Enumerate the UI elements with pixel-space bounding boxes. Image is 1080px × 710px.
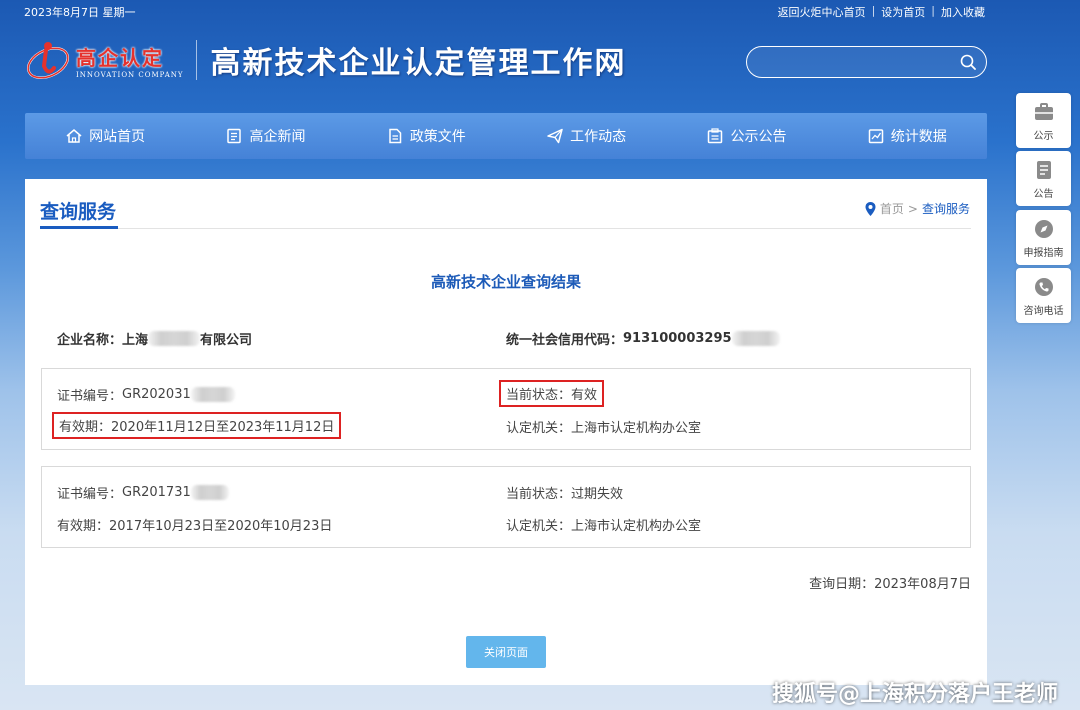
notice-icon bbox=[1036, 160, 1051, 179]
breadcrumb-current[interactable]: 查询服务 bbox=[922, 200, 970, 217]
title-divider bbox=[40, 228, 971, 229]
breadcrumb: 首页 > 查询服务 bbox=[865, 200, 970, 217]
logo-text: 高企认定 INNOVATION COMPANY bbox=[76, 42, 184, 79]
logo-chinese: 高企认定 bbox=[76, 45, 164, 70]
nav-label: 高企新闻 bbox=[249, 129, 306, 145]
cert-authority-label: 认定机关： bbox=[506, 421, 572, 436]
cert-status: 当前状态： 过期失效 bbox=[506, 483, 623, 502]
compass-icon bbox=[1034, 219, 1053, 238]
logo-divider bbox=[195, 40, 197, 80]
paper-plane-icon bbox=[547, 128, 563, 144]
nav-item-work-updates[interactable]: 工作动态 bbox=[506, 113, 666, 159]
logo-english: INNOVATION COMPANY bbox=[76, 70, 184, 79]
nav-item-news[interactable]: 高企新闻 bbox=[185, 113, 345, 159]
watermark: 搜狐号@上海积分落户王老师 bbox=[771, 682, 1058, 707]
sidebar-item-publicity[interactable]: 公示 bbox=[1016, 93, 1071, 148]
company-name-suffix: 有限公司 bbox=[200, 333, 253, 348]
company-name-prefix: 上海 bbox=[122, 333, 149, 348]
cert-status-label: 当前状态： bbox=[506, 388, 572, 403]
site-logo[interactable]: 高企认定 INNOVATION COMPANY 高新技术企业认定管理工作网 bbox=[24, 36, 627, 84]
company-name: 企业名称： 上海 有限公司 bbox=[57, 329, 252, 348]
cert-authority-value: 上海市认定机构办公室 bbox=[571, 519, 702, 534]
site-title: 高新技术企业认定管理工作网 bbox=[210, 46, 627, 81]
cert-status-value: 过期失效 bbox=[571, 487, 624, 502]
chart-icon bbox=[868, 129, 884, 144]
cert-number-label: 证书编号： bbox=[57, 487, 123, 502]
cert-number-label: 证书编号： bbox=[57, 389, 123, 404]
nav-label: 政策文件 bbox=[409, 129, 466, 145]
query-service-panel: 查询服务 首页 > 查询服务 高新技术企业查询结果 企业名称： 上海 有限公司 … bbox=[25, 179, 987, 685]
cert-validity-value: 2017年10月23日至2020年10月23日 bbox=[109, 519, 333, 534]
sidebar-item-hotline[interactable]: 咨询电话 bbox=[1016, 268, 1071, 323]
cert-validity-label: 有效期： bbox=[59, 420, 112, 435]
cert-number-value: GR202031 bbox=[122, 387, 191, 402]
cert-status-highlighted: 当前状态： 有效 bbox=[499, 380, 605, 407]
sidebar-item-label: 公示 bbox=[1033, 130, 1054, 142]
sidebar-item-label: 申报指南 bbox=[1023, 247, 1064, 259]
main-nav: 网站首页 高企新闻 政策文件 工作动态 公示公告 统计数据 bbox=[25, 113, 987, 159]
set-homepage-link[interactable]: 设为首页 bbox=[881, 4, 925, 20]
sidebar-item-label: 咨询电话 bbox=[1023, 305, 1064, 317]
nav-item-announcements[interactable]: 公示公告 bbox=[666, 113, 826, 159]
redacted-blur bbox=[190, 387, 235, 402]
breadcrumb-separator: > bbox=[907, 201, 918, 216]
cert-number: 证书编号： GR202031 bbox=[57, 385, 235, 404]
logo-emblem-icon bbox=[24, 36, 72, 84]
return-torch-center-link[interactable]: 返回火炬中心首页 bbox=[778, 4, 866, 20]
cert-number-value: GR201731 bbox=[122, 485, 191, 500]
cert-authority: 认定机关： 上海市认定机构办公室 bbox=[506, 515, 701, 534]
sidebar-item-guide[interactable]: 申报指南 bbox=[1016, 210, 1071, 265]
redacted-blur bbox=[190, 485, 229, 500]
cert-status-value: 有效 bbox=[571, 388, 598, 403]
close-page-button[interactable]: 关闭页面 bbox=[466, 636, 546, 668]
breadcrumb-home[interactable]: 首页 bbox=[880, 200, 904, 217]
top-bar: 2023年8月7日 星期一 返回火炬中心首页 | 设为首页 | 加入收藏 bbox=[0, 0, 1080, 24]
cert-authority-label: 认定机关： bbox=[506, 519, 572, 534]
certificate-card: 证书编号： GR202031 当前状态： 有效 有效期： 2020年11月12日… bbox=[41, 368, 971, 450]
result-title: 高新技术企业查询结果 bbox=[430, 273, 581, 291]
credit-code-label: 统一社会信用代码： bbox=[506, 333, 624, 348]
link-separator: | bbox=[871, 4, 876, 17]
certificate-card: 证书编号： GR201731 当前状态： 过期失效 有效期： 2017年10月2… bbox=[41, 466, 971, 548]
cert-number: 证书编号： GR201731 bbox=[57, 483, 229, 502]
cert-authority-value: 上海市认定机构办公室 bbox=[571, 421, 702, 436]
link-separator: | bbox=[931, 4, 935, 17]
search-box bbox=[746, 46, 987, 78]
cert-authority: 认定机关： 上海市认定机构办公室 bbox=[506, 417, 701, 436]
cert-validity-value: 2020年11月12日至2023年11月12日 bbox=[111, 420, 335, 435]
news-icon bbox=[227, 128, 242, 144]
credit-code-value: 913100003295 bbox=[623, 331, 732, 346]
phone-icon bbox=[1034, 277, 1053, 296]
search-input[interactable] bbox=[761, 53, 951, 73]
page-title: 查询服务 bbox=[40, 201, 117, 223]
title-underline bbox=[40, 226, 118, 229]
credit-code: 统一社会信用代码： 913100003295 bbox=[506, 329, 780, 348]
nav-label: 工作动态 bbox=[570, 129, 627, 145]
nav-item-home[interactable]: 网站首页 bbox=[25, 113, 185, 159]
sidebar-item-label: 公告 bbox=[1033, 188, 1054, 200]
redacted-blur bbox=[731, 331, 780, 346]
top-links: 返回火炬中心首页 | 设为首页 | 加入收藏 bbox=[778, 4, 985, 20]
location-pin-icon bbox=[865, 201, 876, 216]
query-date: 查询日期：2023年08月7日 bbox=[809, 577, 971, 592]
document-icon bbox=[389, 128, 402, 144]
cert-status-label: 当前状态： bbox=[506, 487, 572, 502]
company-name-label: 企业名称： bbox=[57, 333, 123, 348]
search-icon[interactable] bbox=[960, 54, 976, 70]
nav-label: 网站首页 bbox=[89, 129, 146, 145]
add-favorite-link[interactable]: 加入收藏 bbox=[941, 4, 985, 20]
cert-validity: 有效期： 2017年10月23日至2020年10月23日 bbox=[57, 515, 332, 534]
bulletin-icon bbox=[708, 128, 723, 144]
redacted-blur bbox=[148, 331, 201, 346]
nav-label: 统计数据 bbox=[890, 129, 947, 145]
sidebar-item-notice[interactable]: 公告 bbox=[1016, 151, 1071, 206]
nav-item-statistics[interactable]: 统计数据 bbox=[827, 113, 987, 159]
nav-item-policy[interactable]: 政策文件 bbox=[346, 113, 506, 159]
home-icon bbox=[66, 129, 82, 143]
briefcase-icon bbox=[1034, 102, 1053, 120]
cert-validity-highlighted: 有效期： 2020年11月12日至2023年11月12日 bbox=[52, 412, 342, 439]
current-date: 2023年8月7日 星期一 bbox=[24, 6, 136, 19]
nav-label: 公示公告 bbox=[730, 129, 787, 145]
cert-validity-label: 有效期： bbox=[57, 519, 110, 534]
